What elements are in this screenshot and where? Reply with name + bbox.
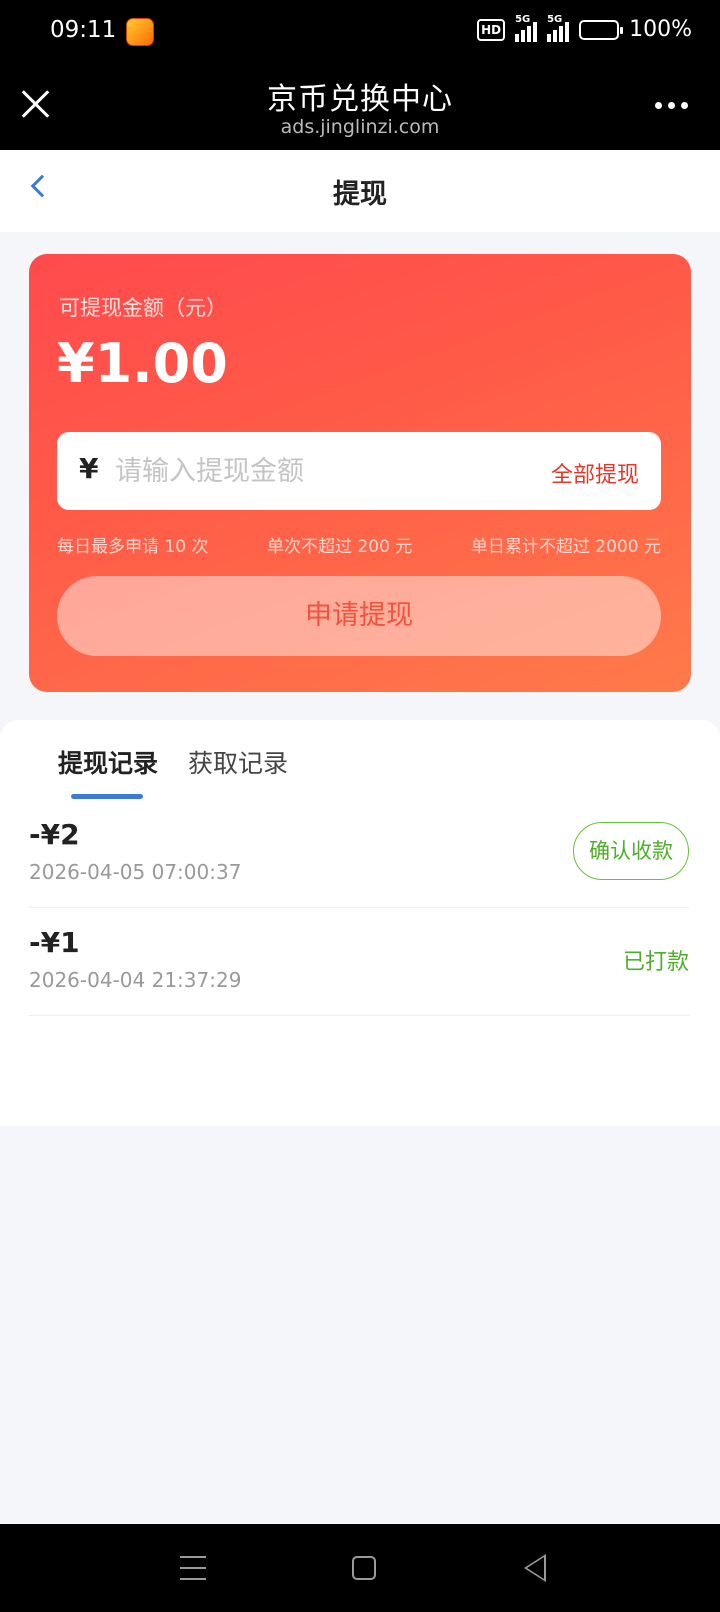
tab-earn-records[interactable]: 获取记录 <box>188 744 288 780</box>
battery-percent: 100% <box>629 17 692 42</box>
records-tabs: 提现记录 获取记录 <box>58 744 288 780</box>
currency-symbol: ¥ <box>79 452 99 485</box>
status-badge: 已打款 <box>622 950 689 975</box>
withdraw-limits: 每日最多申请 10 次 单次不超过 200 元 单日累计不超过 2000 元 <box>57 532 661 557</box>
signal-icon-sim2: 5G <box>547 14 570 42</box>
page-header: 提现 <box>0 150 720 232</box>
system-nav-bar <box>0 1524 720 1612</box>
page-title: 提现 <box>333 179 387 210</box>
withdraw-all-link[interactable]: 全部提现 <box>551 457 639 489</box>
available-amount-label: 可提现金额（元） <box>59 296 227 320</box>
browser-title: 京币兑换中心 <box>267 82 453 117</box>
available-amount: ¥1.00 <box>57 332 228 395</box>
withdraw-card: 可提现金额（元） ¥1.00 ¥ 全部提现 每日最多申请 10 次 单次不超过 … <box>29 254 691 692</box>
limit-single: 单次不超过 200 元 <box>267 537 413 557</box>
withdraw-amount-input[interactable] <box>115 446 515 496</box>
list-item: -¥1 2026-04-04 21:37:29 已打款 <box>29 906 689 1016</box>
app-notification-icon <box>126 18 154 46</box>
record-datetime: 2026-04-04 21:37:29 <box>29 968 242 992</box>
record-amount: -¥1 <box>29 926 80 959</box>
browser-toolbar: 京币兑换中心 ads.jinglinzi.com <box>0 64 720 150</box>
status-indicators: HD 5G 5G 100% <box>477 14 692 42</box>
battery-icon <box>579 19 624 40</box>
apply-withdraw-button[interactable]: 申请提现 <box>57 576 661 656</box>
tab-withdraw-records[interactable]: 提现记录 <box>58 744 158 780</box>
list-item: -¥2 2026-04-05 07:00:37 确认收款 <box>29 798 689 908</box>
record-datetime: 2026-04-05 07:00:37 <box>29 860 242 884</box>
recent-apps-icon[interactable] <box>180 1556 206 1580</box>
status-time: 09:11 <box>50 17 117 43</box>
nav-back-icon[interactable] <box>524 1554 546 1582</box>
record-amount: -¥2 <box>29 818 80 851</box>
records-panel: 提现记录 获取记录 -¥2 2026-04-05 07:00:37 确认收款 -… <box>0 720 720 1126</box>
home-icon[interactable] <box>352 1556 376 1580</box>
limit-daily-count: 每日最多申请 10 次 <box>57 537 209 557</box>
withdraw-input-box: ¥ 全部提现 <box>57 432 661 510</box>
browser-url: ads.jinglinzi.com <box>280 116 440 138</box>
more-options-icon[interactable] <box>655 102 688 109</box>
status-bar: 09:11 HD 5G 5G 100% <box>0 0 720 64</box>
confirm-receipt-button[interactable]: 确认收款 <box>573 822 689 880</box>
hd-voice-icon: HD <box>477 18 506 41</box>
limit-daily-total: 单日累计不超过 2000 元 <box>470 537 661 557</box>
signal-icon-sim1: 5G <box>515 14 538 42</box>
